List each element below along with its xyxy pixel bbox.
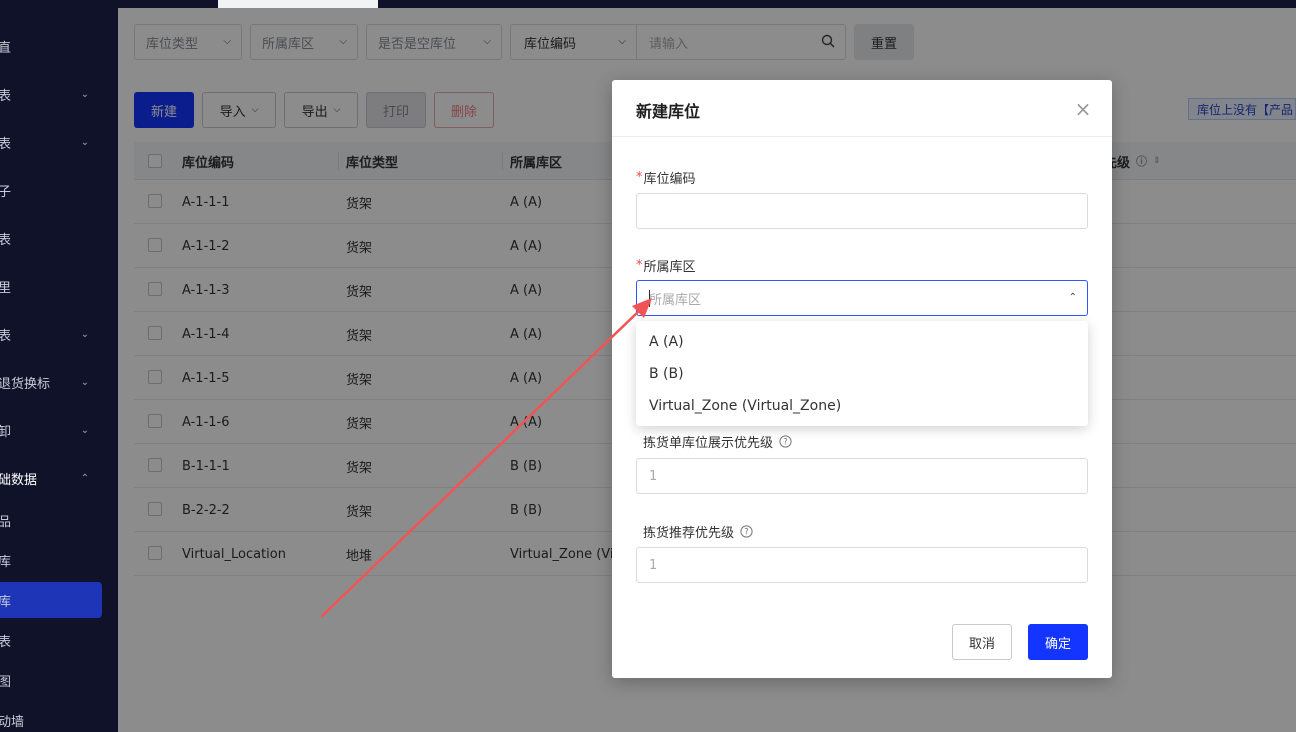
- sidebar-item[interactable]: 退货换标 ⌄: [0, 362, 118, 402]
- zone-field-label: * 所属库区: [636, 256, 696, 275]
- cancel-button[interactable]: 取消: [952, 624, 1012, 660]
- sidebar-item[interactable]: 础数据 ⌃: [0, 458, 118, 498]
- sidebar-item[interactable]: 动墙: [0, 700, 118, 732]
- pick-recommend-label-text: 拣货推荐优先级: [643, 526, 735, 541]
- close-icon[interactable]: ×: [1074, 99, 1092, 119]
- svg-text:?: ?: [744, 528, 749, 538]
- zone-label-text: 所属库区: [643, 260, 696, 275]
- sidebar-item-label: 品: [0, 514, 12, 530]
- zone-option-a[interactable]: A (A): [636, 326, 1088, 358]
- chevron-up-icon: ⌃: [80, 472, 90, 484]
- help-icon[interactable]: ?: [740, 525, 753, 538]
- location-code-input[interactable]: [636, 193, 1088, 229]
- chevron-down-icon: ⌄: [80, 424, 90, 436]
- zone-option-virtual[interactable]: Virtual_Zone (Virtual_Zone): [636, 390, 1088, 422]
- sidebar-item-label: 表: [0, 88, 12, 104]
- sidebar-item[interactable]: 里: [0, 266, 118, 306]
- sidebar-item-label: 表: [0, 232, 12, 248]
- pick-display-label: 拣货单库位展示优先级 ?: [643, 432, 792, 451]
- sidebar-item[interactable]: 库: [0, 540, 118, 580]
- top-strip: [118, 0, 1296, 8]
- sidebar-item-label: 库: [0, 554, 12, 570]
- sidebar-item[interactable]: 表 ⌄: [0, 314, 118, 354]
- sidebar-item[interactable]: 卸 ⌄: [0, 410, 118, 450]
- zone-select-placeholder: 所属库区: [649, 292, 702, 308]
- sidebar-item-label: 退货换标: [0, 376, 51, 392]
- sidebar-item[interactable]: 库: [0, 580, 118, 620]
- code-field-label: * 库位编码: [636, 168, 696, 187]
- sidebar-item-label: 表: [0, 136, 12, 152]
- pick-display-label-text: 拣货单库位展示优先级: [643, 436, 774, 451]
- text-caret: [649, 290, 650, 307]
- sidebar-item-label: 直: [0, 40, 12, 56]
- sidebar-item-label: 里: [0, 280, 12, 296]
- sidebar-item[interactable]: 表 ⌄: [0, 122, 118, 162]
- zone-option-b[interactable]: B (B): [636, 358, 1088, 390]
- help-icon[interactable]: ?: [779, 435, 792, 448]
- sidebar-item-label: 子: [0, 184, 12, 200]
- sidebar-item-label: 库: [0, 594, 12, 610]
- pick-recommend-label: 拣货推荐优先级 ?: [643, 522, 753, 541]
- top-tab[interactable]: [218, 0, 378, 8]
- required-mark: *: [636, 258, 643, 273]
- sidebar-item-label: 础数据: [0, 472, 38, 488]
- sidebar-item-label: 表: [0, 634, 12, 650]
- pick-recommend-value: 1: [649, 557, 658, 573]
- pick-recommend-priority-input[interactable]: 1: [636, 547, 1088, 583]
- sidebar: 直表 ⌄ 表 ⌄ 子表里表 ⌄ 退货换标 ⌄ 卸 ⌄ 础数据 ⌃ 品库库表图动墙: [0, 0, 118, 732]
- dialog-header: 新建库位 ×: [612, 80, 1112, 137]
- zone-select[interactable]: 所属库区 ⌃: [636, 280, 1088, 316]
- sidebar-item[interactable]: 表: [0, 218, 118, 258]
- sidebar-item[interactable]: 图: [0, 660, 118, 700]
- sidebar-item-label: 表: [0, 328, 12, 344]
- sidebar-item[interactable]: 表: [0, 620, 118, 660]
- chevron-up-icon: ⌃: [1068, 292, 1077, 303]
- sidebar-item-label: 动墙: [0, 714, 25, 730]
- svg-text:?: ?: [783, 438, 788, 448]
- sidebar-item-label: 图: [0, 674, 12, 690]
- chevron-down-icon: ⌄: [80, 136, 90, 148]
- required-mark: *: [636, 170, 643, 185]
- sidebar-item-label: 卸: [0, 424, 12, 440]
- chevron-down-icon: ⌄: [80, 328, 90, 340]
- sidebar-item[interactable]: 品: [0, 500, 118, 540]
- new-location-dialog: 新建库位 × * 库位编码 * 所属库区 所属库区 ⌃ A (A) B (B) Vi…: [612, 80, 1112, 678]
- chevron-down-icon: ⌄: [80, 376, 90, 388]
- sidebar-item[interactable]: 直: [0, 26, 118, 66]
- code-label-text: 库位编码: [643, 172, 696, 187]
- pick-display-value: 1: [649, 468, 658, 484]
- zone-dropdown: A (A) B (B) Virtual_Zone (Virtual_Zone): [636, 321, 1088, 426]
- sidebar-item[interactable]: 子: [0, 170, 118, 210]
- pick-display-priority-input[interactable]: 1: [636, 458, 1088, 494]
- sidebar-item[interactable]: 表 ⌄: [0, 74, 118, 114]
- confirm-button[interactable]: 确定: [1028, 624, 1088, 660]
- dialog-title: 新建库位: [636, 102, 701, 121]
- chevron-down-icon: ⌄: [80, 88, 90, 100]
